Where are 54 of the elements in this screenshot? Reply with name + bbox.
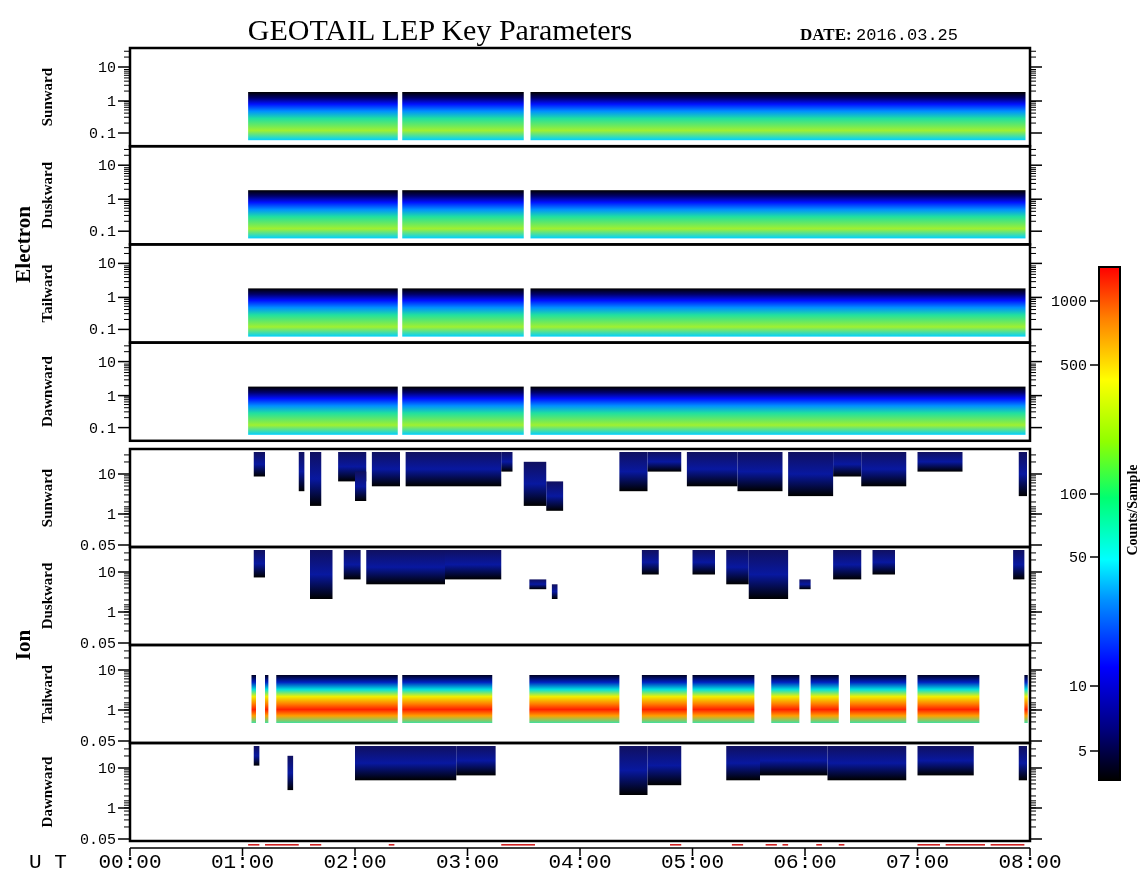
- panel-label: Tailward: [39, 665, 55, 723]
- x-tick-label: 01:00: [211, 851, 274, 874]
- y-tick-label: 1: [107, 507, 116, 524]
- x-axis-label: U T: [29, 851, 67, 874]
- y-tick-label: 10: [98, 761, 116, 778]
- x-tick-label: 03:00: [436, 851, 499, 874]
- y-tick-label: 1: [107, 192, 116, 210]
- colorbar-tick-label: 10: [1069, 679, 1087, 696]
- panel-label: Duskward: [39, 161, 55, 229]
- date-label: DATE:: [800, 25, 852, 44]
- x-tick-label: 06:00: [773, 851, 837, 874]
- y-tick-label: 0.1: [89, 322, 116, 340]
- y-tick-label: 0.1: [89, 420, 116, 438]
- x-tick-label: 00:00: [98, 851, 162, 874]
- x-tick-label: 04:00: [548, 851, 612, 874]
- x-tick-label: 08:00: [998, 851, 1062, 874]
- date-value: 2016.03.25: [856, 26, 959, 45]
- colorbar-tick-label: 100: [1060, 487, 1087, 504]
- y-tick-label: 10: [98, 256, 116, 274]
- y-tick-label: 0.05: [80, 734, 116, 751]
- y-tick-label: 1: [107, 801, 116, 818]
- x-tick-label: 02:00: [323, 851, 387, 874]
- colorbar-tick-label: 1000: [1051, 294, 1087, 311]
- y-tick-label: 1: [107, 94, 116, 111]
- group-label: Electron: [11, 206, 35, 283]
- panel-label: Tailward: [39, 264, 55, 323]
- y-tick-label: 1: [107, 605, 116, 622]
- y-tick-label: 10: [98, 565, 116, 582]
- panel-label: Dawnward: [39, 356, 55, 428]
- colorbar-label: Counts/Sample: [1125, 464, 1140, 556]
- y-tick-label: 0.05: [80, 636, 116, 653]
- chart-title: GEOTAIL LEP Key Parameters: [247, 13, 633, 46]
- panel-label: Duskward: [39, 562, 55, 630]
- x-tick-label: 05:00: [661, 851, 724, 874]
- panel-label: Sunward: [39, 67, 55, 127]
- y-tick-label: 1: [107, 703, 116, 720]
- y-tick-label: 10: [98, 663, 116, 680]
- colorbar-tick-label: 5: [1078, 744, 1087, 761]
- y-tick-label: 0.1: [89, 224, 116, 242]
- y-tick-label: 0.1: [89, 126, 116, 143]
- colorbar-tick-label: 500: [1060, 358, 1087, 375]
- y-tick-label: 10: [98, 354, 116, 372]
- x-tick-label: 07:00: [886, 851, 949, 874]
- panel-label: Dawnward: [39, 756, 55, 828]
- y-tick-label: 1: [107, 290, 116, 308]
- y-tick-label: 0.05: [80, 538, 116, 555]
- group-label: Ion: [11, 629, 35, 661]
- panel-label: Sunward: [39, 468, 55, 528]
- y-tick-label: 1: [107, 388, 116, 406]
- y-tick-label: 10: [98, 60, 116, 77]
- y-tick-label: 0.05: [80, 832, 116, 849]
- y-tick-label: 10: [98, 467, 116, 484]
- colorbar-tick-label: 50: [1069, 550, 1087, 567]
- y-tick-label: 10: [98, 158, 116, 176]
